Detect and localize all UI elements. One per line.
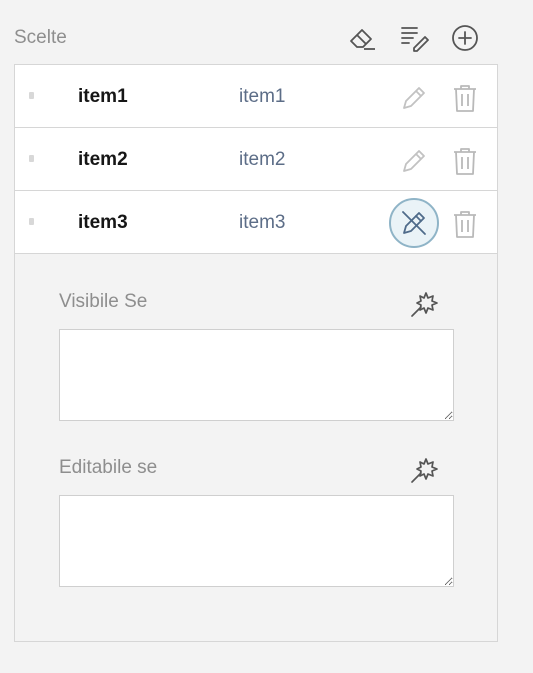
magic-wand-icon: [411, 458, 438, 483]
close-editor-button[interactable]: [389, 198, 439, 248]
edit-list-button[interactable]: [398, 22, 430, 54]
delete-choice-button[interactable]: [448, 81, 482, 115]
pencil-off-icon: [402, 211, 426, 235]
clear-button[interactable]: [346, 22, 378, 54]
trash-icon: [454, 211, 476, 238]
trash-icon: [454, 85, 476, 112]
choice-value[interactable]: item3: [78, 212, 128, 234]
edit-choice-button[interactable]: [388, 72, 440, 124]
enable-if-builder-button[interactable]: [407, 453, 441, 487]
pencil-icon: [403, 87, 425, 109]
add-button[interactable]: [449, 22, 481, 54]
drag-handle[interactable]: [29, 92, 34, 99]
choice-row: item2 item2: [15, 128, 497, 191]
drag-handle[interactable]: [29, 218, 34, 225]
choice-row: item3 item3: [15, 191, 497, 254]
choices-header: Scelte: [0, 0, 533, 64]
visible-if-label: Visibile Se: [59, 291, 148, 312]
drag-handle[interactable]: [29, 155, 34, 162]
choice-text[interactable]: item2: [239, 149, 285, 171]
choice-editor: Visibile Se Editabile se: [15, 255, 497, 641]
pencil-icon: [403, 150, 425, 172]
delete-choice-button[interactable]: [448, 207, 482, 241]
trash-icon: [454, 148, 476, 175]
visible-if-builder-button[interactable]: [407, 287, 441, 321]
section-title: Scelte: [14, 27, 67, 48]
enable-if-input[interactable]: [59, 495, 454, 587]
delete-choice-button[interactable]: [448, 144, 482, 178]
enable-if-label: Editabile se: [59, 457, 158, 478]
choice-value[interactable]: item2: [78, 149, 128, 171]
choice-value[interactable]: item1: [78, 86, 128, 108]
eraser-icon: [350, 29, 375, 50]
choice-text[interactable]: item1: [239, 86, 285, 108]
choices-list: item1 item1 item2 item2 item3 item3 Visi…: [14, 64, 498, 642]
choice-row: item1 item1: [15, 65, 497, 128]
visible-if-input[interactable]: [59, 329, 454, 421]
plus-circle-icon: [452, 25, 478, 51]
edit-choice-button[interactable]: [388, 135, 440, 187]
choice-text[interactable]: item3: [239, 212, 285, 234]
magic-wand-icon: [411, 292, 438, 317]
list-edit-icon: [401, 27, 429, 52]
